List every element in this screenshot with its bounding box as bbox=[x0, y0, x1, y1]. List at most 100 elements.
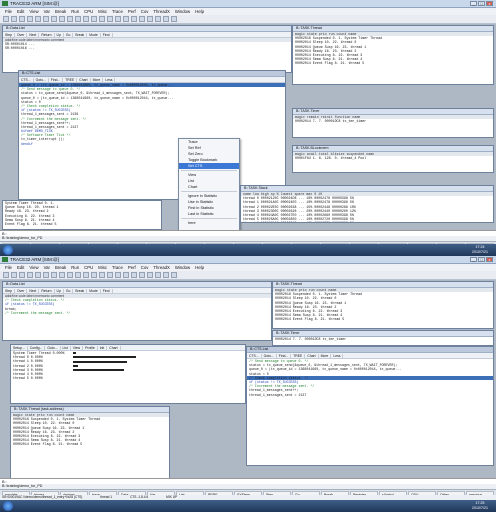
toolbar-button-icon[interactable] bbox=[155, 272, 161, 278]
menu-item-threadx[interactable]: ThreadX bbox=[153, 8, 169, 15]
toolbar-button[interactable]: Break bbox=[73, 33, 88, 38]
toolbar-button-icon[interactable] bbox=[11, 16, 17, 22]
toolbar-button[interactable]: Go bbox=[64, 33, 74, 38]
task-thread-row[interactable]: 00002014 Event Flag 8. 21. thread 5 bbox=[273, 317, 493, 321]
toolbar-button-icon[interactable] bbox=[3, 272, 9, 278]
code-line[interactable]: /* Increment the message sent. */ bbox=[3, 311, 271, 315]
toolbar-button-icon[interactable] bbox=[83, 16, 89, 22]
toolbar-button-icon[interactable] bbox=[99, 16, 105, 22]
cts-list-window[interactable]: B::CTS.List CTS... Goto... Find... TREE Char… bbox=[18, 70, 286, 200]
toolbar-button-icon[interactable] bbox=[51, 272, 57, 278]
toolbar-button-icon[interactable] bbox=[19, 272, 25, 278]
toolbar-button-icon[interactable] bbox=[59, 16, 65, 22]
data-list-window[interactable]: B::Data.List Step Over Next Return Up Go Break… bbox=[2, 25, 292, 73]
menu-item-trace[interactable]: Trace bbox=[112, 8, 123, 15]
toolbar-button-icon[interactable] bbox=[91, 272, 97, 278]
toolbar-button-icon[interactable] bbox=[107, 16, 113, 22]
menu-item-view[interactable]: View bbox=[29, 8, 38, 15]
toolbar-button[interactable]: Mode bbox=[87, 33, 101, 38]
task-blockmem-window[interactable]: B::TASK.BLockmem magic avail total blksi… bbox=[292, 145, 494, 173]
menu-item-cpu[interactable]: CPU bbox=[84, 8, 93, 15]
toolbar-button-icon[interactable] bbox=[147, 16, 153, 22]
toolbar-button-icon[interactable] bbox=[27, 272, 33, 278]
data-list-row[interactable]: SR:00001018 ... bbox=[3, 46, 291, 50]
context-menu-item-chart[interactable]: Chart bbox=[179, 184, 239, 190]
toolbar-button[interactable]: Break bbox=[73, 289, 88, 294]
menu-item-break[interactable]: Break bbox=[55, 264, 66, 271]
toolbar-button-icon[interactable] bbox=[163, 272, 169, 278]
toolbar-button-icon[interactable] bbox=[35, 16, 41, 22]
context-menu-item-set-cts[interactable]: Set CTS bbox=[179, 163, 239, 169]
menu-item-edit[interactable]: Edit bbox=[17, 8, 24, 15]
menu-item-edit[interactable]: Edit bbox=[17, 264, 24, 271]
task-blockmem-row[interactable]: 00001F64 1. 8. 128. 0. thread_4 Pool bbox=[293, 156, 493, 160]
toolbar-button-icon[interactable] bbox=[11, 272, 17, 278]
toolbar-button-icon[interactable] bbox=[83, 272, 89, 278]
toolbar-button-icon[interactable] bbox=[67, 272, 73, 278]
toolbar-button-icon[interactable] bbox=[43, 16, 49, 22]
toolbar-button-icon[interactable] bbox=[123, 272, 129, 278]
toolbar-button-icon[interactable] bbox=[43, 272, 49, 278]
toolbar-button[interactable]: Mode bbox=[87, 289, 101, 294]
menu-item-file[interactable]: File bbox=[5, 8, 12, 15]
toolbar-button-icon[interactable] bbox=[131, 272, 137, 278]
start-button-icon[interactable] bbox=[3, 501, 13, 511]
menu-item-window[interactable]: Window bbox=[175, 8, 190, 15]
toolbar-button-icon[interactable] bbox=[91, 16, 97, 22]
toolbar-button-icon[interactable] bbox=[75, 16, 81, 22]
code-line[interactable]: #endif bbox=[19, 142, 285, 146]
toolbar-button-icon[interactable] bbox=[115, 16, 121, 22]
toolbar-button-icon[interactable] bbox=[155, 16, 161, 22]
toolbar-button-icon[interactable] bbox=[139, 16, 145, 22]
task-stack-row[interactable]: thread 6 000026A0C 00002888 ... 10% 0000… bbox=[241, 221, 493, 222]
cts-list-window[interactable]: B::CTS.List CTS... Goto... Find... TREE Char… bbox=[246, 346, 494, 466]
toolbar-button-icon[interactable] bbox=[171, 272, 177, 278]
context-menu-item-here[interactable]: here bbox=[179, 220, 239, 226]
menu-item-misc[interactable]: Misc bbox=[98, 8, 107, 15]
menu-item-var[interactable]: Var bbox=[44, 8, 50, 15]
menu-item-cov[interactable]: Cov bbox=[141, 264, 149, 271]
menu-item-help[interactable]: Help bbox=[195, 264, 204, 271]
task-thread-row[interactable]: 00002014 Event Flag 8. 21. thread 5 bbox=[293, 61, 493, 65]
menu-item-trace[interactable]: Trace bbox=[112, 264, 123, 271]
thread-list-row[interactable]: Event Flag 8. 21. thread 5 bbox=[3, 222, 161, 226]
task-timer-window[interactable]: B::TASK.Timer 00002014 7. 7. 00001DC8 tx… bbox=[272, 330, 494, 346]
minimize-icon[interactable]: _ bbox=[470, 257, 477, 262]
toolbar-button-icon[interactable] bbox=[115, 272, 121, 278]
toolbar-button[interactable]: Less bbox=[331, 354, 344, 359]
maximize-icon[interactable]: □ bbox=[478, 1, 485, 6]
toolbar-button-icon[interactable] bbox=[19, 16, 25, 22]
menu-item-run[interactable]: Run bbox=[71, 264, 79, 271]
toolbar-button-icon[interactable] bbox=[131, 16, 137, 22]
toolbar-button-icon[interactable] bbox=[59, 272, 65, 278]
menu-item-cov[interactable]: Cov bbox=[141, 8, 149, 15]
minimize-icon[interactable]: _ bbox=[470, 1, 477, 6]
menu-item-break[interactable]: Break bbox=[55, 8, 66, 15]
maximize-icon[interactable]: □ bbox=[478, 257, 485, 262]
menu-item-window[interactable]: Window bbox=[175, 264, 190, 271]
menu-item-threadx[interactable]: ThreadX bbox=[153, 264, 169, 271]
close-icon[interactable]: x bbox=[486, 257, 493, 262]
toolbar-button-icon[interactable] bbox=[107, 272, 113, 278]
toolbar-button[interactable]: Profile bbox=[83, 346, 98, 351]
toolbar-button-icon[interactable] bbox=[139, 272, 145, 278]
toolbar-button-icon[interactable] bbox=[27, 16, 33, 22]
task-thread-window[interactable]: B::TASK.Thread magic state prio run coun… bbox=[292, 25, 494, 85]
code-line[interactable]: thread_1_messages_sent = 2137 bbox=[247, 393, 493, 397]
menu-item-view[interactable]: View bbox=[29, 264, 38, 271]
toolbar-button[interactable]: Chart bbox=[107, 346, 121, 351]
toolbar-button-icon[interactable] bbox=[35, 272, 41, 278]
toolbar-button-icon[interactable] bbox=[51, 16, 57, 22]
toolbar-button-icon[interactable] bbox=[163, 16, 169, 22]
toolbar-button-icon[interactable] bbox=[171, 16, 177, 22]
task-timer-window[interactable]: B::TASK.Timer magic remain reinit functi… bbox=[292, 108, 494, 138]
menu-item-file[interactable]: File bbox=[5, 264, 12, 271]
toolbar-button-icon[interactable] bbox=[147, 272, 153, 278]
close-icon[interactable]: x bbox=[486, 1, 493, 6]
toolbar-button-icon[interactable] bbox=[67, 16, 73, 22]
toolbar-button[interactable]: Init bbox=[98, 346, 108, 351]
menu-item-misc[interactable]: Misc bbox=[98, 264, 107, 271]
task-thread-address-window[interactable]: B::TASK.Thread (task.address) magic stat… bbox=[10, 406, 170, 481]
task-timer-row[interactable]: 00002014 7. 7. 00001DC8 tx_tmr_timer bbox=[293, 119, 493, 123]
statistic-row[interactable]: thread 5 0.000% bbox=[11, 376, 245, 380]
